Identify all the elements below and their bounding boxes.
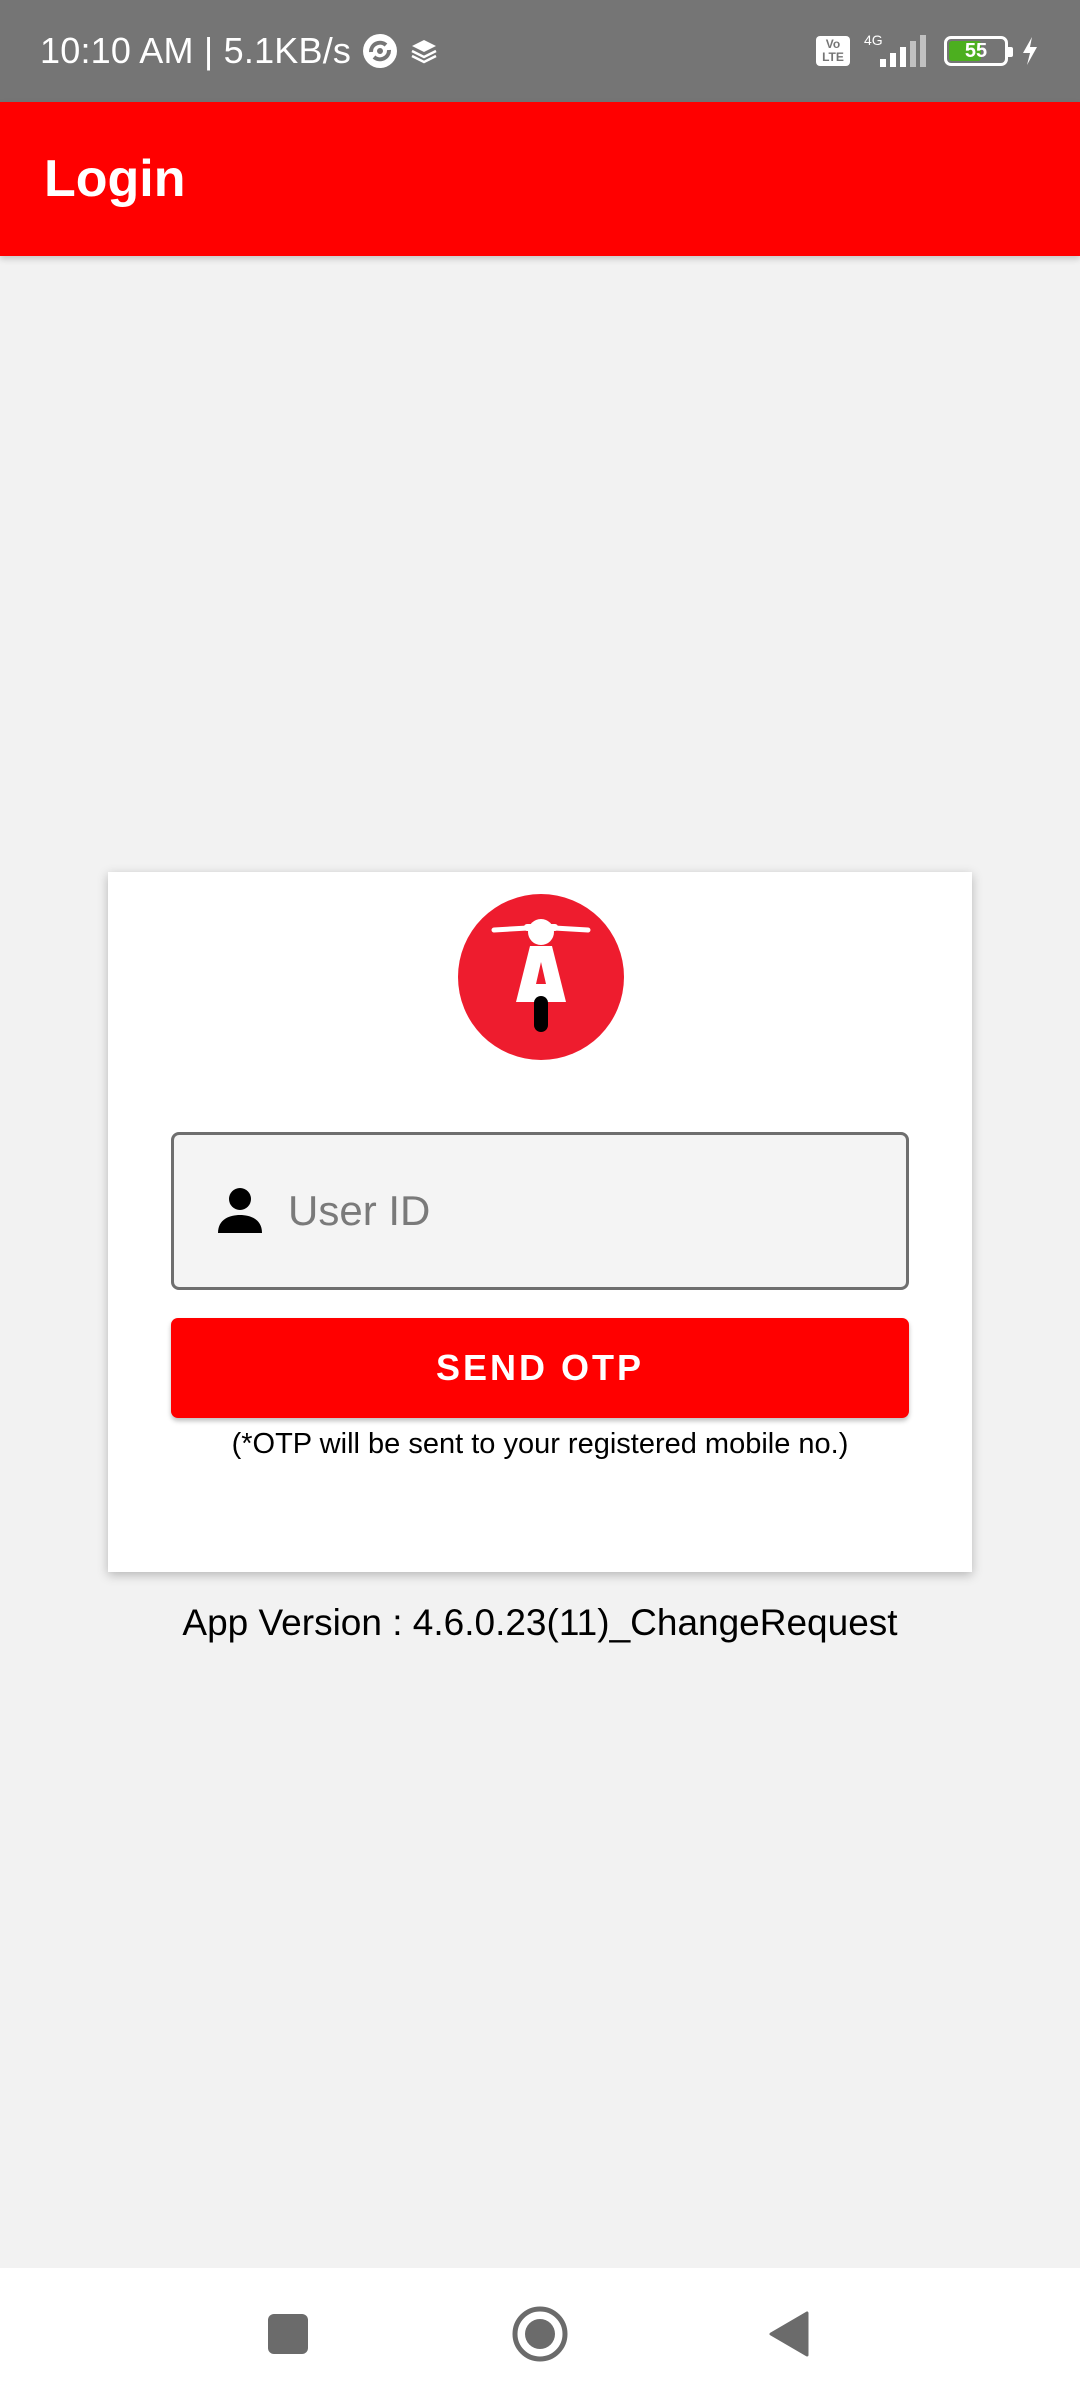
- volte-line2: LTE: [822, 50, 844, 64]
- scooter-logo-icon: [458, 894, 624, 1060]
- charging-bolt-icon: [1023, 37, 1037, 65]
- status-bar: 10:10 AM | 5.1KB/s Vo LTE 4G 55: [0, 0, 1080, 102]
- person-icon: [218, 1188, 262, 1233]
- home-button[interactable]: [508, 2302, 572, 2366]
- battery-icon: 55: [944, 36, 1013, 66]
- status-left: 10:10 AM | 5.1KB/s: [40, 30, 439, 72]
- app-version: App Version : 4.6.0.23(11)_ChangeRequest: [182, 1602, 898, 1643]
- back-triangle-icon: [769, 2311, 809, 2357]
- otp-note: (*OTP will be sent to your registered mo…: [231, 1428, 849, 1460]
- home-circle-icon: [512, 2306, 568, 2362]
- app-bar: Login: [0, 102, 1080, 256]
- volte-icon: Vo LTE: [816, 36, 850, 66]
- network-type-label: 4G: [864, 32, 883, 48]
- sync-app-icon: [363, 34, 398, 68]
- nav-bar: [0, 2268, 1080, 2400]
- status-time: 10:10 AM | 5.1KB/s: [40, 30, 352, 71]
- user-id-field[interactable]: [171, 1132, 909, 1290]
- battery-level: 55: [964, 39, 988, 62]
- send-otp-button[interactable]: SEND OTP: [171, 1318, 909, 1418]
- status-right: Vo LTE 4G 55: [816, 31, 1040, 71]
- recents-button[interactable]: [256, 2302, 320, 2366]
- layers-icon: [411, 40, 437, 64]
- login-card: SEND OTP (*OTP will be sent to your regi…: [108, 872, 972, 1572]
- page-title: Login: [44, 150, 186, 208]
- signal-4g-icon: 4G: [864, 32, 926, 67]
- recents-square-icon: [268, 2314, 308, 2354]
- user-id-input[interactable]: [288, 1171, 888, 1251]
- back-button[interactable]: [758, 2302, 822, 2366]
